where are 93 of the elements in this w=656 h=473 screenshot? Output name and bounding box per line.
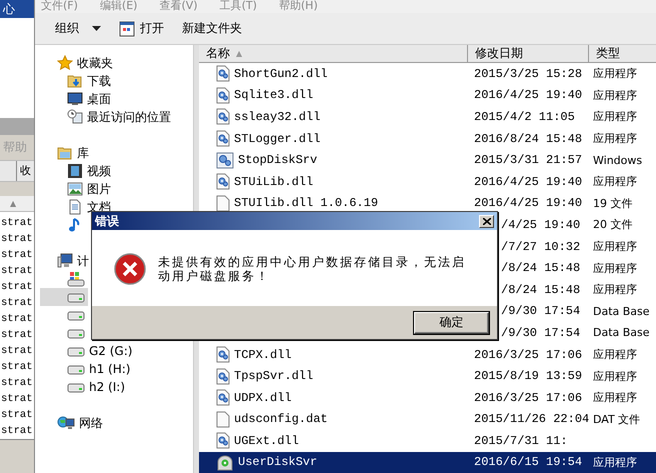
nav-item[interactable]: G2 (G:)	[40, 342, 136, 360]
file-row[interactable]: udsconfig.dat 2015/11/26 22:04 DAT 文件	[199, 408, 656, 430]
file-row[interactable]: UserDiskSvr 2016/6/15 19:54 应用程序	[199, 452, 656, 473]
file-row[interactable]: /9/30 17:54 Data Base	[495, 300, 656, 322]
close-button[interactable]	[479, 214, 494, 228]
list-row[interactable]: strat	[0, 279, 34, 295]
file-row[interactable]: UGExt.dll 2015/7/31 11:	[199, 430, 656, 452]
list-row[interactable]: strat	[0, 359, 34, 375]
file-row[interactable]: TCPX.dll 2016/3/25 17:06 应用程序	[199, 344, 656, 366]
desktop-icon	[67, 91, 83, 107]
list-row[interactable]: strat	[0, 407, 34, 423]
film-icon	[67, 163, 83, 179]
toolbar-button[interactable]: 组织	[49, 18, 107, 39]
file-row[interactable]: UDPX.dll 2016/3/25 17:06 应用程序	[199, 386, 656, 408]
nav-item[interactable]	[40, 288, 88, 306]
download-folder-icon	[67, 73, 83, 89]
nav-item[interactable]: h2 (I:)	[40, 378, 128, 396]
list-row[interactable]: strat	[0, 247, 34, 263]
list-row[interactable]: strat	[0, 311, 34, 327]
library-folder-icon	[57, 145, 73, 161]
file-row[interactable]: ssleay32.dll 2015/4/2 11:05 应用程序	[199, 106, 656, 128]
nav-item[interactable]: 桌面	[40, 90, 114, 108]
app-icon	[216, 454, 234, 471]
file-row[interactable]: STUIlib.dll 1.0.6.19 2016/4/25 19:40 19 文件	[199, 192, 656, 214]
file-row[interactable]: ShortGun2.dll 2015/3/25 15:28 应用程序	[199, 63, 656, 85]
list-row[interactable]: strat	[0, 391, 34, 407]
column-header[interactable]: 类型	[589, 45, 656, 62]
file-row[interactable]: /9/30 17:54 Data Base	[495, 322, 656, 344]
gear-file-icon	[216, 346, 230, 364]
gear-file-icon	[216, 389, 230, 406]
list-row[interactable]: strat	[0, 231, 34, 247]
file-row[interactable]: STUiLib.dll 2016/4/25 19:40 应用程序	[199, 170, 656, 193]
blank-file-icon	[216, 410, 230, 428]
nav-item[interactable]: 网络	[40, 414, 106, 432]
column-header[interactable]: 修改日期	[468, 45, 589, 62]
gear-file-icon	[216, 432, 230, 450]
drive-icon	[67, 291, 85, 303]
sort-arrow: ▲	[10, 199, 16, 208]
computer-icon	[57, 253, 73, 269]
caret-icon	[92, 26, 101, 31]
panel-divider-bar	[0, 118, 34, 135]
recent-places-icon	[67, 109, 83, 125]
gear-file-icon	[216, 65, 230, 82]
gear-file-icon	[216, 130, 230, 148]
blank-file-icon	[216, 194, 230, 212]
nav-item[interactable]: 最近访问的位置	[40, 108, 174, 126]
dialog-title: 错误	[95, 212, 119, 230]
file-row[interactable]: /8/24 15:48 应用程序	[495, 257, 656, 279]
toolbar-button[interactable]: 新建文件夹	[176, 18, 248, 39]
list-row[interactable]: strat	[0, 215, 34, 231]
gear-file-icon	[216, 173, 230, 190]
drive-icon	[67, 363, 85, 375]
star-icon	[57, 55, 73, 71]
error-icon	[114, 253, 146, 285]
file-row[interactable]: /4/25 19:40 20 文件	[495, 214, 656, 236]
file-row[interactable]: TpspSvr.dll 2015/8/19 13:59 应用程序	[199, 365, 656, 387]
file-row[interactable]: Sqlite3.dll 2016/4/25 19:40 应用程序	[199, 84, 656, 106]
gear-file-icon	[216, 108, 230, 126]
drive-icon	[67, 345, 85, 357]
nav-item[interactable]: 视频	[40, 162, 114, 180]
list-row[interactable]: strat	[0, 423, 34, 439]
file-row[interactable]: StopDiskSrv 2015/3/31 21:57 Windows	[199, 149, 656, 171]
file-row[interactable]: /7/27 10:32 应用程序	[495, 236, 656, 258]
list-row[interactable]: strat	[0, 295, 34, 311]
gear-file-icon	[216, 368, 230, 385]
drive-icon	[67, 309, 85, 321]
network-icon	[57, 415, 75, 431]
nav-item[interactable]: 收藏夹	[40, 54, 116, 72]
gear-file-icon	[216, 86, 230, 104]
toolbar-button[interactable]: 打开	[113, 18, 170, 39]
picture-icon	[67, 181, 83, 197]
nav-item[interactable]: 库	[40, 144, 92, 162]
file-row[interactable]: /8/24 15:48 应用程序	[495, 278, 656, 301]
system-drive-icon	[67, 271, 85, 287]
list-row[interactable]: strat	[0, 375, 34, 391]
list-row[interactable]: strat	[0, 343, 34, 359]
ok-button[interactable]: 确定	[414, 312, 489, 334]
error-message: 未提供有效的应用中心用户数据存储目录，无法启动用户磁盘服务！	[158, 254, 467, 283]
window-title: 心	[3, 1, 15, 18]
gears-icon	[216, 152, 234, 169]
drive-icon	[67, 381, 85, 393]
list-row[interactable]: strat	[0, 263, 34, 279]
nav-item[interactable]: 图片	[40, 180, 114, 198]
nav-item[interactable]: h1 (H:)	[40, 360, 134, 378]
application-window-icon	[119, 20, 135, 36]
file-row[interactable]: STLogger.dll 2016/8/24 15:48 应用程序	[199, 128, 656, 150]
drive-icon	[67, 327, 85, 339]
nav-item[interactable]: 下载	[40, 72, 114, 90]
document-icon	[67, 199, 83, 215]
nav-item[interactable]: 计	[40, 252, 92, 270]
list-row[interactable]: strat	[0, 327, 34, 343]
close-icon	[482, 218, 490, 224]
column-header[interactable]: 名称 ▲	[199, 45, 468, 62]
